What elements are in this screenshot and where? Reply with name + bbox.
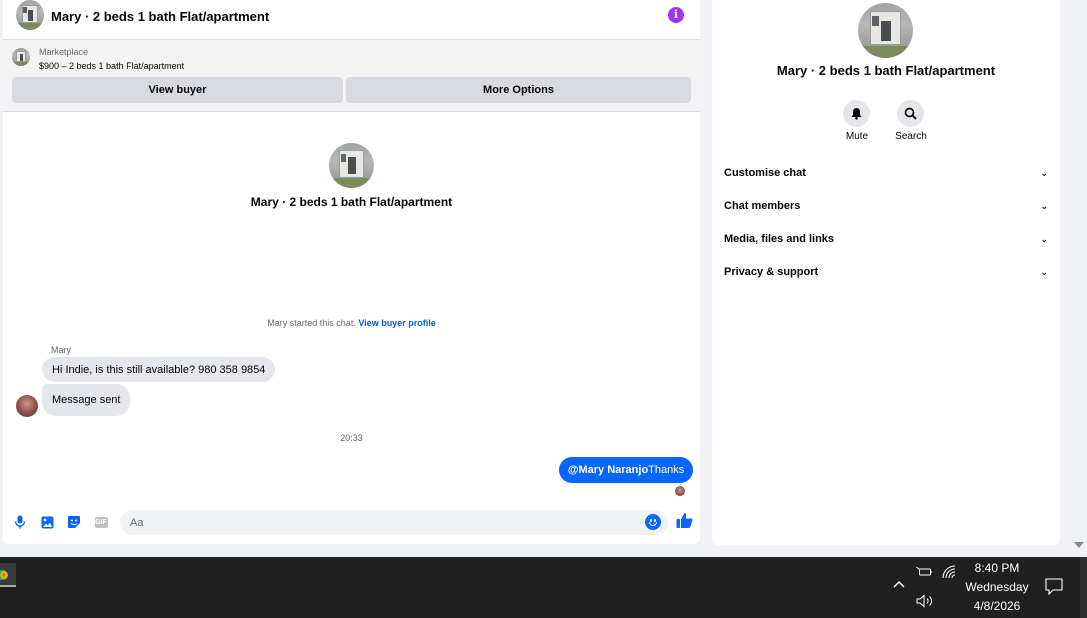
mute-label: Mute — [845, 131, 869, 142]
battery-icon[interactable] — [916, 566, 932, 581]
sticker-icon[interactable] — [65, 513, 83, 531]
notifications-icon[interactable] — [1045, 578, 1063, 598]
clock-date[interactable]: 4/8/2026 — [960, 599, 1034, 613]
emoji-icon[interactable] — [645, 514, 661, 530]
marketplace-bar: Marketplace $900 – 2 beds 1 bath Flat/ap… — [3, 40, 700, 112]
menu-label: Chat members — [724, 200, 801, 212]
outgoing-message-text: Thanks — [648, 464, 685, 476]
chevron-down-icon: ⌄ — [1040, 200, 1048, 211]
mute-button[interactable] — [843, 100, 870, 127]
browser-icon — [0, 570, 8, 580]
mention-text: @Mary Naranjo — [567, 464, 649, 476]
chat-started-text: Mary started this chat. — [267, 318, 356, 328]
info-icon[interactable]: i — [668, 7, 684, 23]
outgoing-message[interactable]: @Mary Naranjo Thanks — [559, 457, 693, 483]
chevron-down-icon: ⌄ — [1040, 266, 1048, 277]
photo-icon[interactable] — [38, 513, 56, 531]
chat-panel: Mary · 2 beds 1 bath Flat/apartment i Ma… — [3, 0, 700, 544]
listing-summary[interactable]: $900 – 2 beds 1 bath Flat/apartment — [39, 61, 184, 71]
conversation-title: Mary · 2 beds 1 bath Flat/apartment — [250, 195, 453, 209]
taskbar-browser-app[interactable] — [0, 563, 16, 587]
menu-customise-chat[interactable]: Customise chat ⌄ — [724, 161, 1048, 185]
conversation-thumbnail — [329, 143, 374, 188]
chevron-down-icon: ⌄ — [1040, 167, 1048, 178]
search-label: Search — [895, 131, 927, 142]
marketplace-label: Marketplace — [39, 47, 89, 57]
chevron-up-icon[interactable] — [893, 577, 905, 591]
view-buyer-button[interactable]: View buyer — [12, 77, 343, 103]
view-buyer-profile-link[interactable]: View buyer profile — [358, 318, 435, 328]
menu-media-files-links[interactable]: Media, files and links ⌄ — [724, 227, 1048, 251]
menu-label: Customise chat — [724, 167, 806, 179]
chat-details-panel: Mary · 2 beds 1 bath Flat/apartment Mute… — [712, 0, 1060, 545]
seen-avatar — [675, 486, 685, 496]
microphone-icon[interactable] — [11, 513, 29, 531]
volume-icon[interactable] — [916, 594, 934, 611]
show-desktop-button[interactable] — [1080, 557, 1087, 618]
wifi-icon[interactable] — [942, 565, 958, 582]
menu-privacy-support[interactable]: Privacy & support ⌄ — [724, 260, 1048, 284]
menu-chat-members[interactable]: Chat members ⌄ — [724, 194, 1048, 218]
bell-icon — [851, 108, 862, 120]
sender-avatar[interactable] — [16, 395, 38, 417]
marketplace-thumbnail — [12, 48, 30, 66]
clock-time[interactable]: 8:40 PM — [960, 561, 1034, 575]
message-timestamp: 20:33 — [340, 433, 363, 443]
chevron-down-icon: ⌄ — [1040, 233, 1048, 244]
message-input[interactable] — [120, 510, 668, 535]
search-icon — [904, 107, 917, 120]
details-title: Mary · 2 beds 1 bath Flat/apartment — [776, 63, 996, 78]
incoming-message[interactable]: Hi Indie, is this still available? 980 3… — [42, 357, 276, 382]
menu-label: Privacy & support — [724, 266, 819, 278]
menu-label: Media, files and links — [724, 233, 835, 245]
thumbs-up-icon[interactable] — [676, 512, 694, 530]
sender-name: Mary — [51, 345, 71, 355]
search-button[interactable] — [897, 100, 924, 127]
taskbar: 8:40 PM Wednesday 4/8/2026 — [0, 557, 1087, 618]
clock-day[interactable]: Wednesday — [960, 580, 1034, 594]
scroll-down-arrow-icon[interactable] — [1074, 542, 1084, 548]
incoming-message[interactable]: Message sent — [42, 384, 131, 416]
chat-started-notice: Mary started this chat. View buyer profi… — [3, 318, 700, 328]
chat-header: Mary · 2 beds 1 bath Flat/apartment i — [3, 0, 700, 40]
gif-icon[interactable]: GIF — [92, 513, 110, 531]
listing-thumbnail[interactable] — [16, 0, 44, 30]
gif-label: GIF — [94, 516, 108, 528]
more-options-button[interactable]: More Options — [346, 77, 691, 103]
chat-title[interactable]: Mary · 2 beds 1 bath Flat/apartment — [51, 9, 269, 24]
details-thumbnail — [858, 3, 913, 58]
